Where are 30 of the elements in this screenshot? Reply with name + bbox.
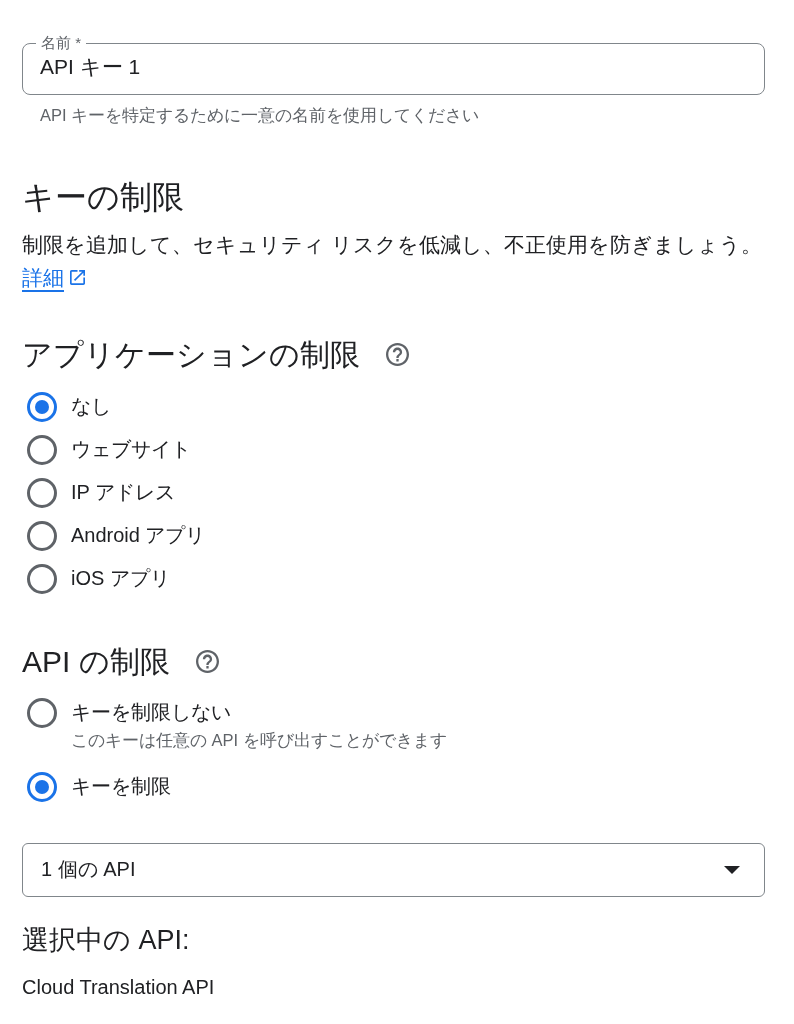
api-select[interactable]: 1 個の API (22, 842, 765, 897)
help-icon[interactable] (386, 343, 409, 366)
section-description: 制限を追加して、セキュリティ リスクを低減し、不正使用を防ぎましょう。 (22, 231, 763, 258)
option-label: なし (71, 394, 111, 419)
section-heading: アプリケーションの制限 (22, 336, 360, 373)
option-label: iOS アプリ (71, 566, 170, 591)
radio-button[interactable] (27, 697, 57, 728)
section-heading: キーの制限 (22, 177, 185, 217)
radio-button[interactable] (27, 563, 57, 594)
details-link[interactable]: 詳細 (22, 263, 85, 292)
radio-button[interactable] (27, 771, 57, 802)
helper-text: API キーを特定するために一意の名前を使用してください (40, 105, 481, 125)
caret-icon (724, 865, 740, 874)
name-field[interactable]: 名前 * API キー 1 (22, 35, 765, 95)
option-label: キーを制限しない (71, 700, 231, 725)
radio-button[interactable] (27, 434, 57, 465)
field-label: 名前 * (40, 35, 82, 51)
option-label: ウェブサイト (71, 437, 191, 462)
radio-button[interactable] (27, 391, 57, 422)
option-label: Android アプリ (71, 523, 206, 548)
section-heading: API の制限 (22, 643, 170, 680)
help-icon[interactable] (195, 650, 219, 673)
radio-button[interactable] (27, 477, 57, 508)
option-label: IP アドレス (71, 480, 176, 505)
api-name: Cloud Translation API (22, 974, 216, 1000)
option-description: このキーは任意の API を呼び出すことができます (71, 730, 447, 750)
radio-button[interactable] (27, 520, 57, 551)
option-label: キーを制限 (71, 774, 171, 799)
external-link-icon (70, 270, 85, 285)
selected-apis-heading: 選択中の API: (22, 923, 191, 956)
